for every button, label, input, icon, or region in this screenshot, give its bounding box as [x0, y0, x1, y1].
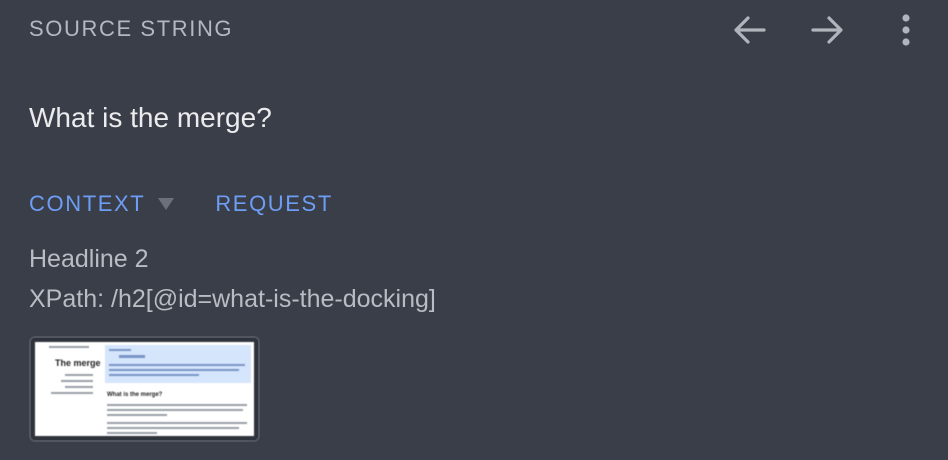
- element-xpath: XPath: /h2[@id=what-is-the-docking]: [29, 285, 436, 313]
- source-string-text: What is the merge?: [29, 102, 272, 133]
- source-string-panel: SOURCE STRING What is the merge? CONTEXT…: [0, 0, 948, 460]
- context-tabs: CONTEXT REQUEST: [29, 191, 333, 217]
- tab-context[interactable]: CONTEXT: [29, 191, 175, 217]
- arrow-right-icon: [811, 16, 843, 44]
- more-vertical-icon: [902, 14, 910, 46]
- screenshot-preview: The merge What is the merge?: [35, 342, 254, 436]
- element-type: Headline 2: [29, 245, 149, 273]
- screenshot-banner: [105, 345, 251, 383]
- tab-request[interactable]: REQUEST: [215, 191, 333, 217]
- tab-request-label: REQUEST: [215, 191, 333, 216]
- more-options-button[interactable]: [886, 10, 926, 50]
- previous-button[interactable]: [730, 10, 770, 50]
- screenshot-heading: What is the merge?: [107, 392, 163, 398]
- screenshot-title: The merge: [55, 358, 101, 368]
- arrow-left-icon: [734, 16, 766, 44]
- next-button[interactable]: [807, 10, 847, 50]
- tab-context-label: CONTEXT: [29, 191, 146, 216]
- caret-down-icon: [158, 198, 175, 210]
- section-label: SOURCE STRING: [29, 16, 234, 41]
- context-screenshot-thumbnail[interactable]: The merge What is the merge?: [29, 336, 260, 442]
